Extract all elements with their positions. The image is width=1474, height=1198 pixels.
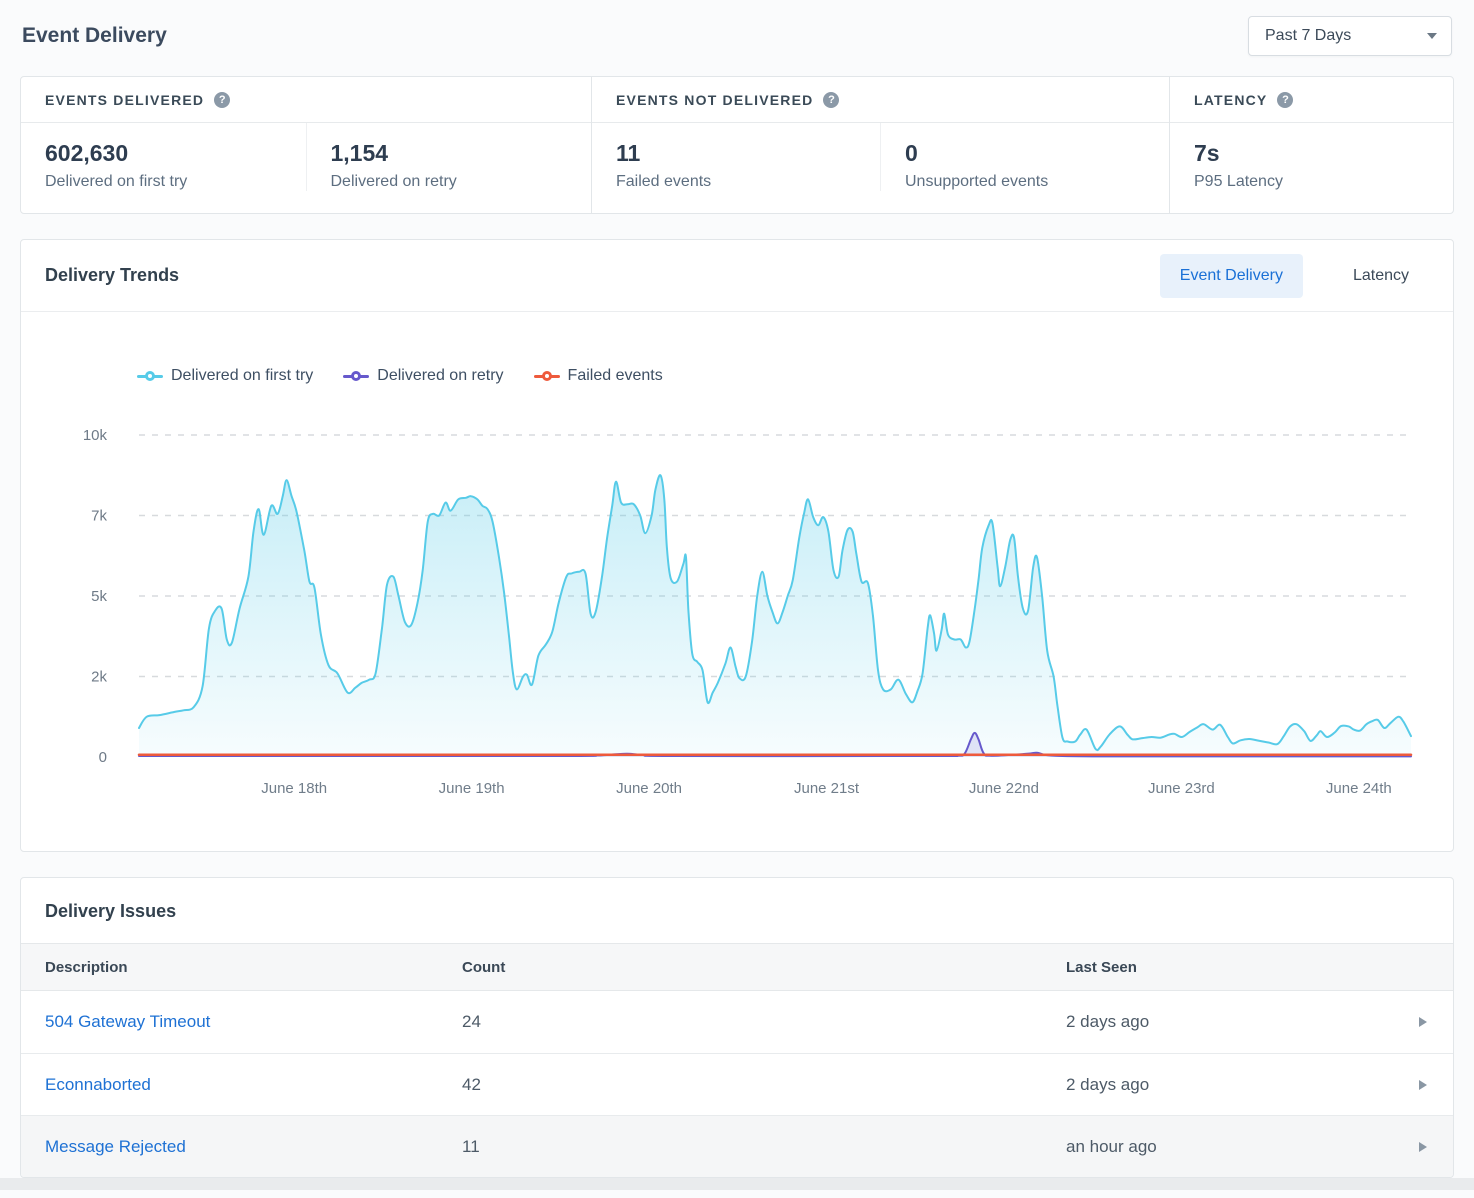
legend-label: Delivered on first try [171, 367, 313, 385]
legend-label: Failed events [568, 367, 663, 385]
page-bottom-strip [0, 1178, 1474, 1190]
issue-last-seen: 2 days ago [1066, 1012, 1397, 1032]
delivery-trends-card: Delivery Trends Event Delivery Latency D… [20, 239, 1454, 852]
stat-value: 0 [905, 140, 1145, 167]
issue-last-seen: 2 days ago [1066, 1075, 1397, 1095]
svg-text:June 23rd: June 23rd [1148, 780, 1215, 797]
chart-area: Delivered on first try Delivered on retr… [21, 312, 1453, 851]
event-delivery-page: Event Delivery Past 7 Days EVENTS DELIVE… [0, 0, 1474, 1178]
column-header-last-seen: Last Seen [1066, 959, 1397, 976]
legend-item-failed[interactable]: Failed events [534, 367, 663, 385]
delivery-trends-title: Delivery Trends [45, 265, 179, 286]
stat-label: Unsupported events [905, 173, 1145, 191]
help-icon[interactable]: ? [1277, 92, 1293, 108]
legend-item-retry[interactable]: Delivered on retry [343, 367, 503, 385]
issue-link[interactable]: 504 Gateway Timeout [45, 1012, 210, 1031]
stats-section-title: EVENTS DELIVERED [45, 92, 204, 108]
stats-summary-card: EVENTS DELIVERED ? 602,630 Delivered on … [20, 76, 1454, 214]
chevron-right-icon[interactable] [1419, 1080, 1427, 1090]
stats-section-latency: LATENCY ? 7s P95 Latency [1169, 77, 1453, 213]
issue-link[interactable]: Econnaborted [45, 1075, 151, 1094]
svg-text:5k: 5k [91, 588, 107, 605]
issues-table-header: Description Count Last Seen [21, 943, 1453, 991]
chevron-right-icon[interactable] [1419, 1017, 1427, 1027]
delivery-issues-title: Delivery Issues [21, 878, 1453, 943]
issue-count: 11 [462, 1137, 1066, 1157]
stat-label: Delivered on retry [331, 173, 568, 191]
date-range-value: Past 7 Days [1265, 27, 1351, 45]
column-header-description: Description [21, 959, 462, 976]
stat-value: 7s [1194, 140, 1429, 167]
stats-section-delivered: EVENTS DELIVERED ? 602,630 Delivered on … [21, 77, 591, 213]
chevron-down-icon [1427, 33, 1437, 39]
table-row[interactable]: Message Rejected 11 an hour ago [21, 1115, 1453, 1177]
help-icon[interactable]: ? [823, 92, 839, 108]
legend-item-first-try[interactable]: Delivered on first try [137, 367, 313, 385]
table-row[interactable]: Econnaborted 42 2 days ago [21, 1053, 1453, 1115]
svg-text:June 20th: June 20th [616, 780, 682, 797]
column-header-count: Count [462, 959, 1066, 976]
help-icon[interactable]: ? [214, 92, 230, 108]
stats-section-title: LATENCY [1194, 92, 1267, 108]
stat-value: 602,630 [45, 140, 282, 167]
issue-count: 24 [462, 1012, 1066, 1032]
stats-section-not-delivered: EVENTS NOT DELIVERED ? 11 Failed events … [591, 77, 1169, 213]
delivery-trends-chart[interactable]: 0 2k 5k 7k 10k June 18th June 19th June 20th Jun… [21, 392, 1453, 807]
legend-marker-icon [534, 371, 560, 381]
stat-value: 11 [616, 140, 856, 167]
stat-label: P95 Latency [1194, 173, 1429, 191]
issue-count: 42 [462, 1075, 1066, 1095]
legend-marker-icon [137, 371, 163, 381]
legend-label: Delivered on retry [377, 367, 503, 385]
issue-last-seen: an hour ago [1066, 1137, 1397, 1157]
stat-delivered-first-try: 602,630 Delivered on first try [21, 123, 306, 191]
svg-text:June 24th: June 24th [1326, 780, 1392, 797]
trends-tab-group: Event Delivery Latency [1160, 254, 1429, 298]
legend-marker-icon [343, 371, 369, 381]
svg-text:June 19th: June 19th [439, 780, 505, 797]
stat-delivered-retry: 1,154 Delivered on retry [306, 123, 592, 191]
page-title: Event Delivery [22, 24, 167, 48]
svg-text:June 22nd: June 22nd [969, 780, 1039, 797]
svg-text:June 18th: June 18th [261, 780, 327, 797]
delivery-issues-card: Delivery Issues Description Count Last S… [20, 877, 1454, 1178]
topbar: Event Delivery Past 7 Days [20, 0, 1454, 62]
svg-text:0: 0 [99, 749, 107, 766]
tab-event-delivery[interactable]: Event Delivery [1160, 254, 1303, 298]
svg-text:2k: 2k [91, 669, 107, 686]
stat-failed-events: 11 Failed events [592, 123, 880, 191]
table-row[interactable]: 504 Gateway Timeout 24 2 days ago [21, 991, 1453, 1053]
stats-section-title: EVENTS NOT DELIVERED [616, 92, 813, 108]
date-range-selector[interactable]: Past 7 Days [1248, 16, 1452, 56]
chevron-right-icon[interactable] [1419, 1142, 1427, 1152]
issue-link[interactable]: Message Rejected [45, 1137, 186, 1156]
tab-latency[interactable]: Latency [1333, 254, 1429, 298]
stat-unsupported-events: 0 Unsupported events [880, 123, 1169, 191]
stat-label: Failed events [616, 173, 856, 191]
svg-text:7k: 7k [91, 508, 107, 525]
svg-text:June 21st: June 21st [794, 780, 860, 797]
svg-text:10k: 10k [83, 427, 108, 444]
chart-legend: Delivered on first try Delivered on retr… [21, 364, 1453, 388]
stat-label: Delivered on first try [45, 173, 282, 191]
stat-value: 1,154 [331, 140, 568, 167]
stat-p95-latency: 7s P95 Latency [1170, 123, 1453, 191]
